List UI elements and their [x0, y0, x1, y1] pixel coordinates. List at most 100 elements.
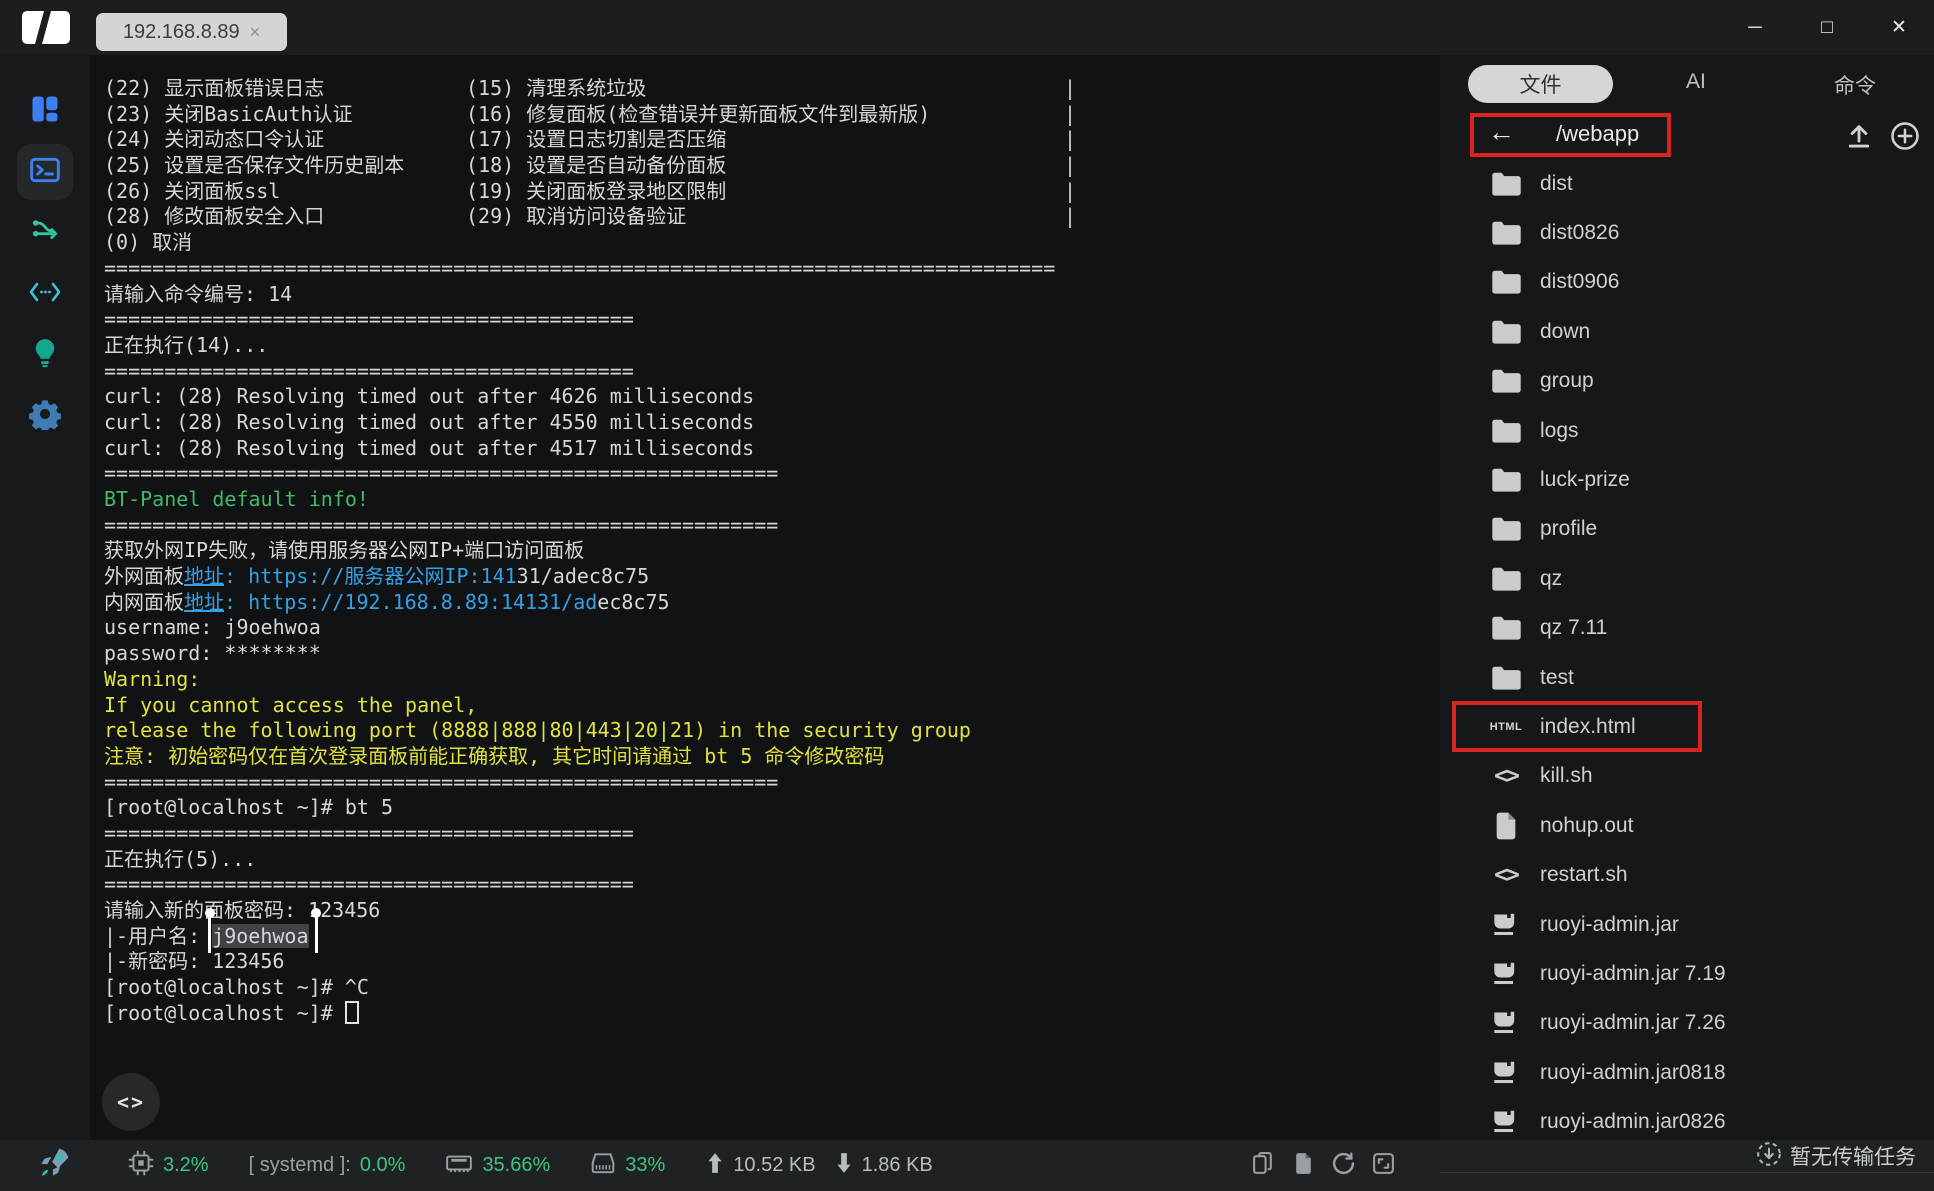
quick-command-button[interactable]: <>	[102, 1073, 160, 1131]
terminal-line: ========================================…	[104, 359, 1440, 385]
transfer-row[interactable]: 暂无传输任务	[1756, 1140, 1916, 1172]
screenshot-icon[interactable]	[1371, 1151, 1396, 1181]
file-name: nohup.out	[1540, 814, 1633, 838]
folder-item-logs[interactable]: logs	[1440, 406, 1934, 455]
jar-icon	[1489, 912, 1523, 938]
folder-icon	[1489, 269, 1523, 295]
folder-item-test[interactable]: test	[1440, 653, 1934, 702]
terminal-line: ========================================…	[104, 872, 1440, 898]
file-name: group	[1540, 369, 1594, 393]
terminal-output[interactable]: (22) 显示面板错误日志(15) 清理系统垃圾|(23) 关闭BasicAut…	[90, 55, 1440, 1140]
sidebar-item-connections[interactable]	[17, 205, 73, 261]
path-bar: ← /webapp	[1440, 113, 1934, 161]
folder-item-qz[interactable]: qz	[1440, 554, 1934, 603]
paste-icon[interactable]	[1291, 1151, 1316, 1181]
dashboard-icon	[30, 94, 60, 129]
rocket-icon[interactable]	[36, 1145, 72, 1186]
left-sidebar	[0, 55, 90, 1140]
sidebar-item-settings[interactable]	[17, 388, 73, 444]
session-tab[interactable]: 192.168.8.89 ×	[96, 13, 287, 51]
file-item-ruoyi-admin.jar0818[interactable]: ruoyi-admin.jar0818	[1440, 1048, 1934, 1097]
folder-icon	[1489, 368, 1523, 394]
file-item-ruoyi-admin.jar0826[interactable]: ruoyi-admin.jar0826	[1440, 1097, 1934, 1140]
folder-icon	[1489, 171, 1523, 197]
back-arrow-icon[interactable]: ←	[1488, 117, 1515, 148]
file-item-ruoyi-admin.jar-7.26[interactable]: ruoyi-admin.jar 7.26	[1440, 999, 1934, 1048]
sidebar-item-tips[interactable]	[17, 327, 73, 383]
transfer-status-text: 暂无传输任务	[1790, 1141, 1916, 1171]
tab-close-icon[interactable]: ×	[250, 22, 261, 43]
sidebar-item-snippets[interactable]	[17, 266, 73, 322]
file-name: index.html	[1540, 715, 1636, 739]
terminal-line: |-用户名: j9oehwoa	[104, 924, 1440, 950]
jar-icon	[1489, 961, 1523, 987]
upload-icon[interactable]	[1844, 121, 1876, 153]
terminal-line: Warning:	[104, 667, 1440, 693]
terminal-line: BT-Panel default info!	[104, 487, 1440, 513]
folder-item-luck-prize[interactable]: luck-prize	[1440, 455, 1934, 504]
folder-item-qz-7.11[interactable]: qz 7.11	[1440, 604, 1934, 653]
copy-icon[interactable]	[1251, 1151, 1276, 1181]
folder-item-down[interactable]: down	[1440, 307, 1934, 356]
terminal-line: [root@localhost ~]# bt 5	[104, 795, 1440, 821]
file-item-ruoyi-admin.jar-7.19[interactable]: ruoyi-admin.jar 7.19	[1440, 949, 1934, 998]
folder-icon	[1489, 418, 1523, 444]
sidebar-item-terminal[interactable]	[17, 144, 73, 200]
folder-item-dist[interactable]: dist	[1440, 159, 1934, 208]
terminal-line: password: ********	[104, 641, 1440, 667]
file-item-ruoyi-admin.jar[interactable]: ruoyi-admin.jar	[1440, 900, 1934, 949]
terminal-line: username: j9oehwoa	[104, 615, 1440, 641]
terminal-line: curl: (28) Resolving timed out after 451…	[104, 436, 1440, 462]
maximize-icon[interactable]: □	[1814, 15, 1840, 41]
sidebar-item-dashboard[interactable]	[17, 83, 73, 139]
refresh-icon[interactable]	[1331, 1151, 1356, 1181]
file-name: ruoyi-admin.jar 7.26	[1540, 1011, 1726, 1035]
terminal-line: 注意: 初始密码仅在首次登录面板前能正确获取, 其它时间请通过 bt 5 命令修…	[104, 744, 1440, 770]
minimize-icon[interactable]: ─	[1742, 15, 1768, 41]
memory-stat: 35.66%	[445, 1150, 550, 1181]
tab-ai[interactable]: AI	[1686, 70, 1706, 94]
folder-item-profile[interactable]: profile	[1440, 505, 1934, 554]
code-icon	[28, 279, 62, 310]
terminal-line: (28) 修改面板安全入口(29) 取消访问设备验证|	[104, 204, 1440, 230]
file-item-restart.sh[interactable]: <>restart.sh	[1440, 850, 1934, 899]
terminal-icon	[29, 154, 61, 191]
file-item-index.html[interactable]: HTML index.html	[1440, 702, 1934, 751]
transfer-download-icon	[1756, 1141, 1782, 1172]
tab-files[interactable]: 文件	[1468, 65, 1613, 103]
terminal-line: ========================================…	[104, 821, 1440, 847]
close-icon[interactable]: ✕	[1886, 15, 1912, 41]
terminal-line: (23) 关闭BasicAuth认证(16) 修复面板(检查错误并更新面板文件到…	[104, 102, 1440, 128]
folder-item-dist0906[interactable]: dist0906	[1440, 258, 1934, 307]
file-name: luck-prize	[1540, 468, 1630, 492]
file-item-nohup.out[interactable]: nohup.out	[1440, 801, 1934, 850]
process-label: [ systemd ]:	[249, 1154, 351, 1177]
terminal-line: ========================================…	[104, 461, 1440, 487]
add-icon[interactable]	[1890, 121, 1922, 153]
terminal-line: ========================================…	[104, 770, 1440, 796]
upload-value: 10.52 KB	[733, 1154, 815, 1177]
file-name: test	[1540, 666, 1574, 690]
folder-item-group[interactable]: group	[1440, 357, 1934, 406]
terminal-line: (22) 显示面板错误日志(15) 清理系统垃圾|	[104, 76, 1440, 102]
jar-icon	[1489, 1109, 1523, 1135]
terminal-line: 获取外网IP失败，请使用服务器公网IP+端口访问面板	[104, 538, 1440, 564]
folder-item-dist0826[interactable]: dist0826	[1440, 208, 1934, 257]
folder-icon	[1489, 467, 1523, 493]
folder-icon	[1489, 220, 1523, 246]
terminal-line: ========================================…	[104, 513, 1440, 539]
selection-handle-right[interactable]	[315, 917, 318, 953]
file-name: ruoyi-admin.jar 7.19	[1540, 962, 1726, 986]
file-item-kill.sh[interactable]: <>kill.sh	[1440, 752, 1934, 801]
terminal-line: 正在执行(14)...	[104, 333, 1440, 359]
selected-text[interactable]: j9oehwoa	[212, 924, 308, 948]
upload-arrow-icon	[705, 1152, 725, 1179]
selection-handle-left[interactable]	[208, 917, 211, 953]
terminal-line: curl: (28) Resolving timed out after 455…	[104, 410, 1440, 436]
file-name: dist0826	[1540, 221, 1619, 245]
terminal-actions	[1251, 1140, 1396, 1191]
tab-commands[interactable]: 命令	[1834, 70, 1876, 100]
html-icon: HTML	[1489, 721, 1523, 733]
terminal-line: 外网面板地址: https://服务器公网IP:14131/adec8c75	[104, 564, 1440, 590]
terminal-lines: (22) 显示面板错误日志(15) 清理系统垃圾|(23) 关闭BasicAut…	[104, 76, 1440, 1026]
